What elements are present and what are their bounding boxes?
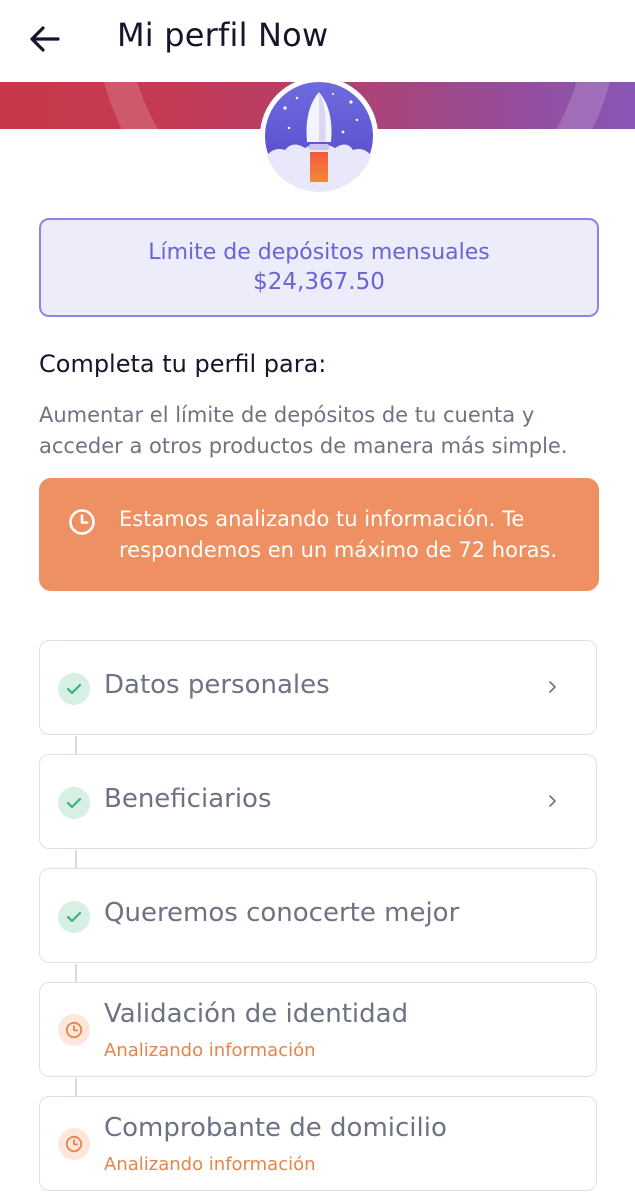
step-connector [75,850,77,868]
page-title: Mi perfil Now [117,16,329,54]
clock-icon [69,509,95,535]
arrow-left-icon [30,26,60,52]
step-beneficiarios[interactable]: Beneficiarios [39,754,597,849]
check-icon [58,673,90,705]
profile-screen: Mi perfil Now Límite de depósitos mensua… [0,0,635,1200]
section-title: Completa tu perfil para: [39,350,327,378]
check-icon [58,901,90,933]
step-label: Queremos conocerte mejor [104,898,460,928]
step-label: Validación de identidad [104,999,409,1029]
step-comprobante-domicilio[interactable]: Comprobante de domicilio Analizando info… [39,1096,597,1191]
section-description: Aumentar el límite de depósitos de tu cu… [39,403,568,458]
deposit-limit-card: Límite de depósitos mensuales $24,367.50 [39,218,599,317]
step-label: Beneficiarios [104,784,272,814]
step-connector [75,1078,77,1096]
step-status: Analizando información [104,1040,316,1061]
step-label: Datos personales [104,670,330,700]
profile-avatar [263,80,375,192]
step-connector [75,736,77,754]
step-label: Comprobante de domicilio [104,1113,447,1143]
chevron-right-icon [549,681,556,693]
step-connector [75,964,77,982]
step-conocerte-mejor[interactable]: Queremos conocerte mejor [39,868,597,963]
step-validacion-identidad[interactable]: Validación de identidad Analizando infor… [39,982,597,1077]
rocket-icon [265,82,373,192]
analysis-alert: Estamos analizando tu información. Te re… [39,478,599,591]
alert-message: Estamos analizando tu información. Te re… [119,507,558,562]
app-header: Mi perfil Now [0,0,635,82]
step-datos-personales[interactable]: Datos personales [39,640,597,735]
back-button[interactable] [22,16,68,62]
check-icon [58,787,90,819]
step-status: Analizando información [104,1154,316,1175]
clock-icon [58,1128,90,1160]
clock-icon [58,1014,90,1046]
chevron-right-icon [549,795,556,807]
deposit-limit-label: Límite de depósitos mensuales [148,240,490,265]
deposit-limit-value: $24,367.50 [253,269,385,295]
